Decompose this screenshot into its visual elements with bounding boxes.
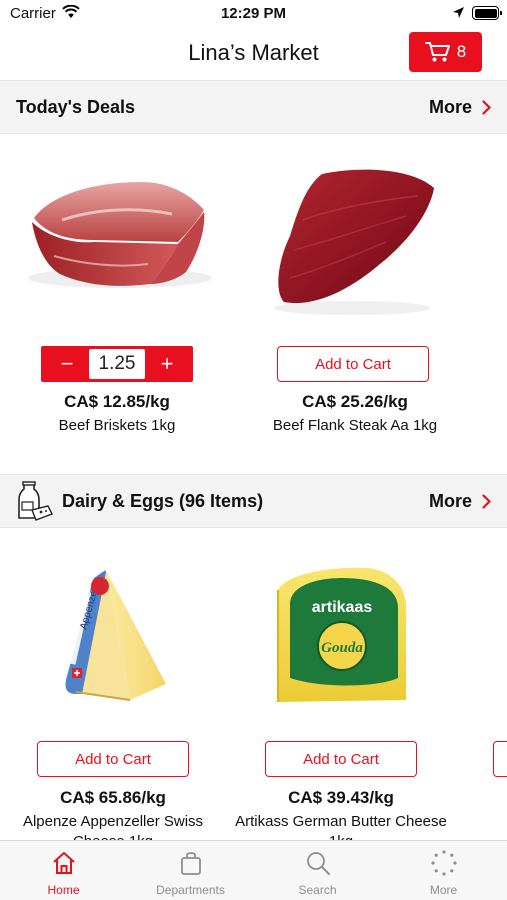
- quantity-stepper[interactable]: − 1.25 +: [41, 346, 193, 382]
- beef-brisket-image: [28, 182, 212, 288]
- cart-icon: [424, 42, 450, 62]
- home-icon: [52, 852, 75, 874]
- product-price: CA$ 12.85/kg: [64, 392, 170, 411]
- product-price: CA$ 65.86/kg: [60, 788, 166, 807]
- status-bar: Carrier 12:29 PM: [0, 0, 507, 30]
- deals-more-label: More: [428, 97, 472, 117]
- search-icon: [306, 852, 330, 875]
- tab-search[interactable]: Search: [254, 841, 381, 900]
- gouda-brand-label: artikaas: [312, 599, 373, 616]
- product-name: Beef Briskets 1kg: [58, 417, 176, 434]
- deals-more-link[interactable]: More: [429, 97, 491, 118]
- tab-home[interactable]: Home: [0, 841, 127, 900]
- tab-departments-label: Departments: [156, 883, 225, 897]
- product-price: CA$ 25.26/kg: [302, 392, 408, 411]
- deals-section-title: Today's Deals: [16, 97, 135, 117]
- dairy-section-title: Dairy & Eggs (96 Items): [62, 491, 264, 511]
- product-card[interactable]: − 1.25 + CA$ 12.85/kg Beef Briskets 1kg: [2, 160, 232, 450]
- add-to-cart-button[interactable]: Add to Cart: [265, 741, 417, 777]
- bag-icon: [180, 852, 201, 875]
- increment-button[interactable]: +: [147, 346, 187, 382]
- chevron-right-icon: [482, 100, 491, 115]
- cart-count-badge: 8: [456, 42, 467, 61]
- deals-section-header: Today's Deals More: [0, 80, 507, 134]
- beef-flank-steak-image: [274, 169, 434, 315]
- chevron-right-icon: [482, 494, 491, 509]
- battery-icon: [472, 6, 502, 20]
- location-arrow-icon: [453, 7, 464, 18]
- tab-more-label: More: [429, 883, 458, 897]
- product-price: CA$ 39.43/kg: [288, 788, 394, 807]
- swiss-cheese-image: Appenzeller: [65, 570, 166, 701]
- add-to-cart-button-partial[interactable]: [493, 741, 507, 777]
- dairy-more-label: More: [428, 491, 472, 511]
- gouda-cheese-label: Gouda: [321, 640, 363, 656]
- decrement-button[interactable]: −: [47, 346, 87, 382]
- add-to-cart-button[interactable]: Add to Cart: [37, 741, 189, 777]
- product-name: Beef Flank Steak Aa 1kg: [272, 417, 438, 434]
- product-card[interactable]: Add to Cart CA$ 25.26/kg Beef Flank Stea…: [240, 160, 470, 450]
- more-dots-icon: [430, 850, 457, 876]
- gouda-cheese-image: artikaas Gouda: [277, 567, 406, 702]
- add-to-cart-button[interactable]: Add to Cart: [277, 346, 429, 382]
- dairy-more-link[interactable]: More: [429, 491, 491, 512]
- cart-button[interactable]: 8: [409, 32, 482, 72]
- clock: 12:29 PM: [220, 5, 287, 22]
- tab-search-label: Search: [298, 883, 337, 897]
- tab-bar: Home Departments Search More: [0, 840, 507, 900]
- product-card[interactable]: Appenzeller Add to Cart CA$ 65.86/kg Alp…: [0, 560, 228, 850]
- tab-home-label: Home: [47, 883, 80, 897]
- dairy-section-header: Dairy & Eggs (96 Items) More: [0, 474, 507, 528]
- tab-more[interactable]: More: [380, 841, 507, 900]
- tab-departments[interactable]: Departments: [127, 841, 254, 900]
- quantity-value[interactable]: 1.25: [89, 349, 145, 379]
- product-card[interactable]: artikaas Gouda Add to Cart CA$ 39.43/kg …: [226, 560, 456, 850]
- dairy-icon: [18, 481, 53, 521]
